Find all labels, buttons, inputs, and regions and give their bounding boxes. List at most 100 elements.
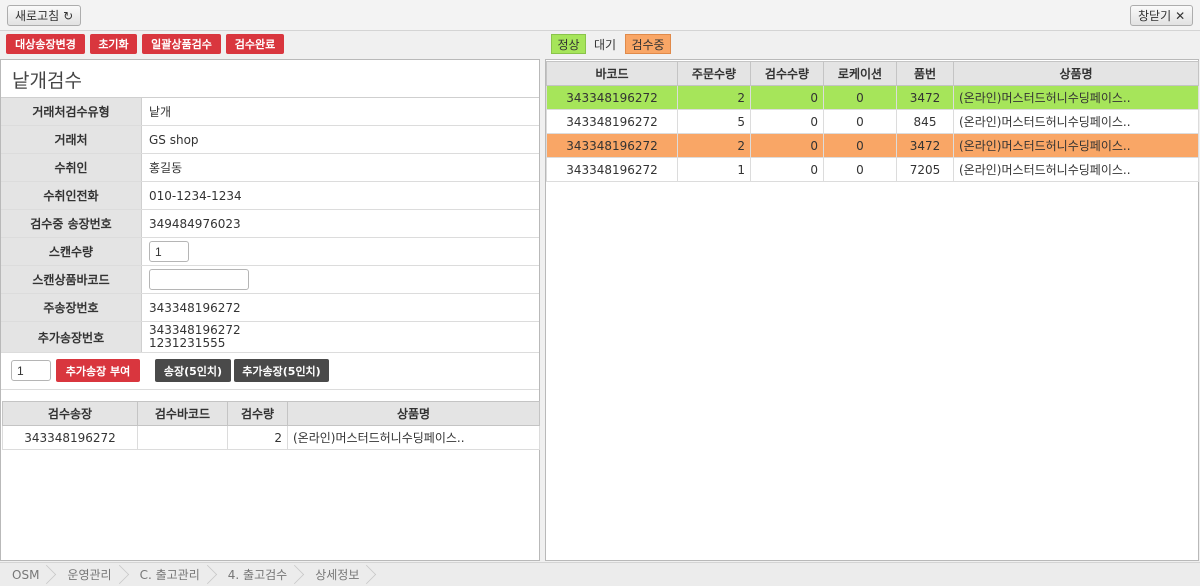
extra-invoice-label: 추가송장번호 bbox=[1, 322, 142, 352]
table-row[interactable]: 343348196272 2 (온라인)머스터드허니수딩페이스.. bbox=[2, 425, 540, 450]
refresh-icon: ↻ bbox=[63, 8, 74, 23]
client-label: 거래처 bbox=[1, 126, 142, 153]
scan-barcode-label: 스캔상품바코드 bbox=[1, 266, 142, 293]
recipient-label: 수취인 bbox=[1, 154, 142, 181]
cell-location: 0 bbox=[823, 109, 897, 134]
print-invoice-5inch-button[interactable]: 송장(5인치) bbox=[155, 359, 231, 382]
cell-barcode: 343348196272 bbox=[546, 157, 678, 182]
cell-qty: 2 bbox=[227, 425, 288, 450]
order-items-panel: 바코드 주문수량 검수수량 로케이션 품번 상품명 343348196272 2… bbox=[545, 59, 1199, 561]
breadcrumb-item-osm[interactable]: OSM bbox=[0, 563, 55, 586]
assign-extra-invoice-button[interactable]: 추가송장 부여 bbox=[56, 359, 140, 382]
breadcrumb-item-outbound[interactable]: C. 출고관리 bbox=[128, 563, 216, 586]
cell-barcode: 343348196272 bbox=[546, 133, 678, 158]
col-header-item-no[interactable]: 품번 bbox=[896, 61, 954, 86]
field-row-client: 거래처 GS shop bbox=[1, 126, 539, 154]
type-label: 거래처검수유형 bbox=[1, 98, 142, 125]
invoice-value: 349484976023 bbox=[149, 216, 241, 231]
cell-product: (온라인)머스터드허니수딩페이스.. bbox=[953, 157, 1199, 182]
col-header-product[interactable]: 상품명 bbox=[953, 61, 1199, 86]
field-row-scan-qty: 스캔수량 bbox=[1, 238, 539, 266]
close-icon: ✕ bbox=[1175, 8, 1186, 23]
col-header-barcode[interactable]: 바코드 bbox=[546, 61, 678, 86]
cell-product: (온라인)머스터드허니수딩페이스.. bbox=[953, 109, 1199, 134]
col-header-inspect-barcode[interactable]: 검수바코드 bbox=[137, 401, 228, 426]
field-row-main-invoice: 주송장번호 343348196272 bbox=[1, 294, 539, 322]
extra-invoice-action-bar: 추가송장 부여 송장(5인치) 추가송장(5인치) bbox=[1, 353, 539, 390]
cell-product: (온라인)머스터드허니수딩페이스.. bbox=[953, 133, 1199, 158]
col-header-inspect-qty[interactable]: 검수수량 bbox=[750, 61, 824, 86]
top-toolbar: 새로고침 ↻ 창닫기 ✕ bbox=[0, 0, 1200, 31]
breadcrumb: OSM 운영관리 C. 출고관리 4. 출고검수 상세정보 bbox=[0, 562, 1200, 586]
scan-qty-input[interactable] bbox=[149, 241, 189, 262]
cell-item-no: 7205 bbox=[896, 157, 954, 182]
col-header-order-qty[interactable]: 주문수량 bbox=[677, 61, 751, 86]
breadcrumb-item-operations[interactable]: 운영관리 bbox=[55, 563, 127, 586]
panel-title: 낱개검수 bbox=[1, 60, 539, 98]
cell-inspect-qty: 0 bbox=[750, 85, 824, 110]
field-row-scan-barcode: 스캔상품바코드 bbox=[1, 266, 539, 294]
breadcrumb-item-outbound-inspection[interactable]: 4. 출고검수 bbox=[216, 563, 303, 586]
invoice-label: 검수중 송장번호 bbox=[1, 210, 142, 237]
cell-barcode: 343348196272 bbox=[546, 109, 678, 134]
col-header-inspect-invoice[interactable]: 검수송장 bbox=[2, 401, 138, 426]
cell-item-no: 3472 bbox=[896, 85, 954, 110]
table-row[interactable]: 343348196272 1 0 0 7205 (온라인)머스터드허니수딩페이스… bbox=[546, 157, 1199, 182]
refresh-label: 새로고침 bbox=[15, 9, 60, 23]
breadcrumb-item-detail[interactable]: 상세정보 bbox=[303, 563, 375, 586]
inspect-complete-button[interactable]: 검수완료 bbox=[226, 34, 284, 54]
main-invoice-label: 주송장번호 bbox=[1, 294, 142, 321]
refresh-button[interactable]: 새로고침 ↻ bbox=[7, 5, 82, 26]
inspection-form-panel: 낱개검수 거래처검수유형 낱개 거래처 GS shop 수취인 홍길동 수취인전… bbox=[0, 59, 540, 561]
main-invoice-value: 343348196272 bbox=[149, 300, 241, 315]
legend-waiting: 대기 bbox=[593, 37, 617, 52]
phone-label: 수취인전화 bbox=[1, 182, 142, 209]
cell-order-qty: 2 bbox=[677, 133, 751, 158]
col-header-location[interactable]: 로케이션 bbox=[823, 61, 897, 86]
cell-barcode bbox=[137, 425, 228, 450]
reset-button[interactable]: 초기화 bbox=[90, 34, 137, 54]
cell-barcode: 343348196272 bbox=[546, 85, 678, 110]
type-value: 낱개 bbox=[149, 105, 172, 119]
scan-qty-label: 스캔수량 bbox=[1, 238, 142, 265]
inspection-table: 검수송장 검수바코드 검수량 상품명 343348196272 2 (온라인)머… bbox=[2, 401, 540, 450]
client-value: GS shop bbox=[149, 132, 199, 147]
cell-item-no: 845 bbox=[896, 109, 954, 134]
cell-order-qty: 2 bbox=[677, 85, 751, 110]
extra-invoice-value-2: 1231231555 bbox=[149, 336, 226, 350]
scan-barcode-input[interactable] bbox=[149, 269, 249, 290]
field-row-phone: 수취인전화 010-1234-1234 bbox=[1, 182, 539, 210]
col-header-product[interactable]: 상품명 bbox=[287, 401, 540, 426]
legend-inspecting: 검수중 bbox=[625, 34, 671, 54]
close-window-button[interactable]: 창닫기 ✕ bbox=[1130, 5, 1194, 26]
field-row-recipient: 수취인 홍길동 bbox=[1, 154, 539, 182]
bulk-inspect-button[interactable]: 일괄상품검수 bbox=[142, 34, 221, 54]
cell-location: 0 bbox=[823, 157, 897, 182]
cell-location: 0 bbox=[823, 133, 897, 158]
cell-invoice: 343348196272 bbox=[2, 425, 138, 450]
phone-value: 010-1234-1234 bbox=[149, 188, 242, 203]
close-window-label: 창닫기 bbox=[1138, 9, 1172, 23]
table-row[interactable]: 343348196272 2 0 0 3472 (온라인)머스터드허니수딩페이스… bbox=[546, 133, 1199, 158]
print-extra-invoice-5inch-button[interactable]: 추가송장(5인치) bbox=[234, 359, 329, 382]
table-row[interactable]: 343348196272 2 0 0 3472 (온라인)머스터드허니수딩페이스… bbox=[546, 85, 1199, 110]
col-header-inspect-qty[interactable]: 검수량 bbox=[227, 401, 288, 426]
cell-item-no: 3472 bbox=[896, 133, 954, 158]
cell-inspect-qty: 0 bbox=[750, 157, 824, 182]
legend-normal: 정상 bbox=[551, 34, 586, 54]
field-row-type: 거래처검수유형 낱개 bbox=[1, 98, 539, 126]
order-items-table: 바코드 주문수량 검수수량 로케이션 품번 상품명 343348196272 2… bbox=[546, 61, 1199, 182]
cell-inspect-qty: 0 bbox=[750, 133, 824, 158]
cell-order-qty: 5 bbox=[677, 109, 751, 134]
field-row-extra-invoice: 추가송장번호 343348196272 1231231555 bbox=[1, 322, 539, 353]
field-row-invoice: 검수중 송장번호 349484976023 bbox=[1, 210, 539, 238]
recipient-value: 홍길동 bbox=[149, 161, 183, 175]
cell-inspect-qty: 0 bbox=[750, 109, 824, 134]
cell-product: (온라인)머스터드허니수딩페이스.. bbox=[287, 425, 540, 450]
cell-order-qty: 1 bbox=[677, 157, 751, 182]
table-row[interactable]: 343348196272 5 0 0 845 (온라인)머스터드허니수딩페이스.… bbox=[546, 109, 1199, 134]
cell-location: 0 bbox=[823, 85, 897, 110]
extra-qty-input[interactable] bbox=[11, 360, 51, 381]
change-target-invoice-button[interactable]: 대상송장변경 bbox=[6, 34, 85, 54]
cell-product: (온라인)머스터드허니수딩페이스.. bbox=[953, 85, 1199, 110]
